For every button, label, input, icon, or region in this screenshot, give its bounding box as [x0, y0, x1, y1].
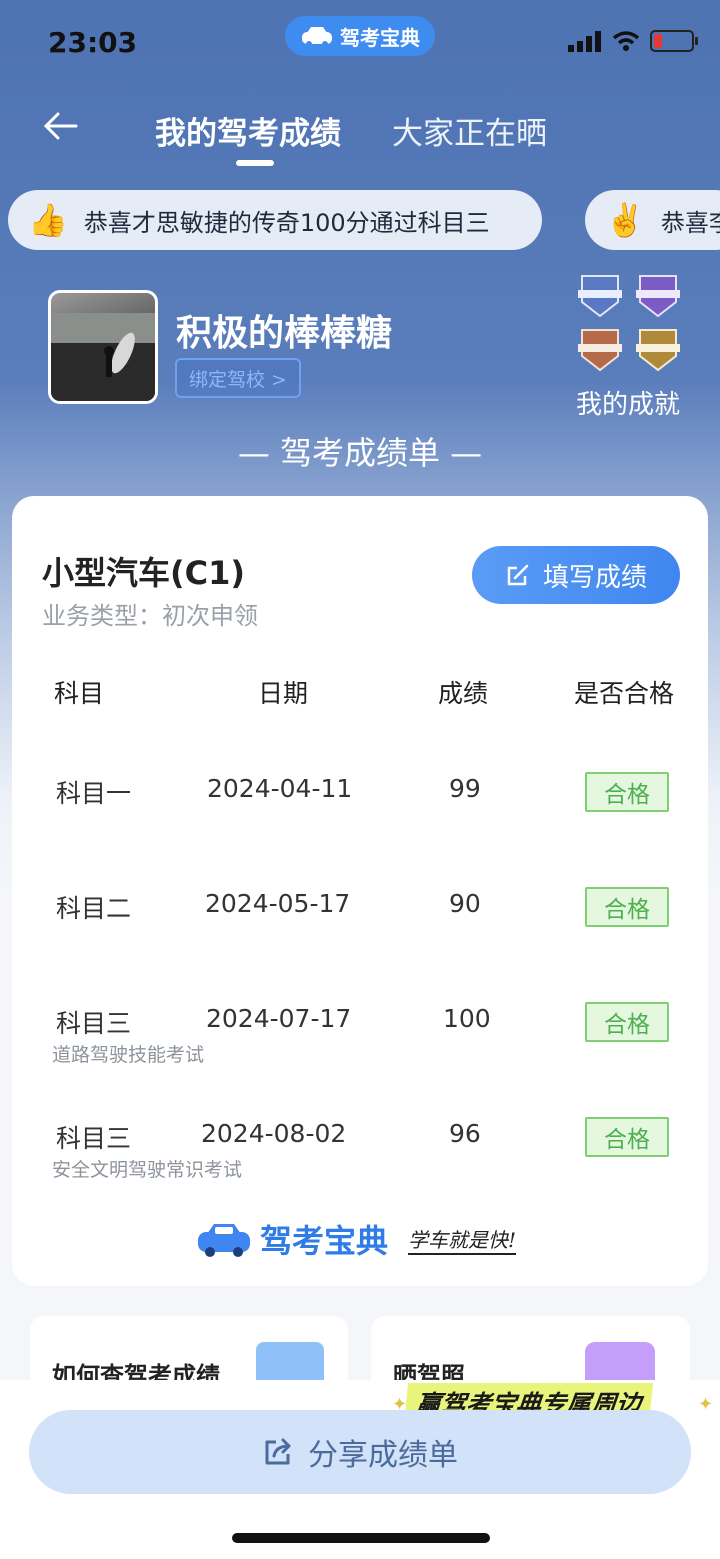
vehicle-type: 小型汽车(C1): [42, 554, 246, 592]
badge-icon: [636, 329, 680, 372]
row-score: 100: [443, 1004, 491, 1033]
back-arrow-icon[interactable]: [40, 106, 80, 146]
row-date: 2024-05-17: [205, 889, 351, 918]
pass-badge: 合格: [585, 1002, 669, 1042]
header-date: 日期: [258, 679, 309, 708]
row-score: 90: [449, 889, 481, 918]
brand-slogan: 学车就是快!: [408, 1224, 517, 1255]
row-subject: 科目三: [56, 1009, 132, 1038]
ticker-text: 恭喜才思敏捷的传奇100分通过科目三: [83, 208, 490, 237]
header-pass: 是否合格: [574, 679, 675, 708]
tab-my-scores[interactable]: 我的驾考成绩: [155, 108, 341, 153]
signal-icon: [568, 31, 601, 52]
bind-school-button[interactable]: 绑定驾校 >: [175, 358, 301, 398]
car-icon: [302, 27, 332, 47]
home-indicator: [232, 1533, 490, 1543]
header-score: 成绩: [438, 679, 489, 708]
app-pill-label: 驾考宝典: [340, 25, 420, 50]
row-note: 道路驾驶技能考试: [52, 1044, 205, 1066]
my-achievements-label[interactable]: 我的成就: [576, 384, 680, 421]
ticker-item[interactable]: ✌️ 恭喜李: [585, 190, 720, 250]
wifi-icon: [612, 31, 640, 51]
achievement-badges[interactable]: [574, 272, 684, 372]
row-score: 99: [449, 774, 481, 803]
avatar[interactable]: [48, 290, 158, 404]
section-title: — 驾考成绩单 —: [237, 434, 483, 472]
row-date: 2024-04-11: [207, 774, 353, 803]
badge-icon: [578, 275, 622, 318]
car-logo-icon: [198, 1224, 250, 1257]
badge-icon: [578, 329, 622, 372]
fill-score-label: 填写成绩: [542, 562, 647, 593]
row-date: 2024-07-17: [206, 1004, 352, 1033]
badge-icon: [636, 275, 680, 318]
status-icons: [568, 30, 698, 52]
share-report-button[interactable]: 分享成绩单: [29, 1410, 691, 1494]
header-subject: 科目: [54, 679, 105, 708]
business-type: 业务类型：初次申领: [42, 602, 258, 630]
brand-name: 驾考宝典: [260, 1222, 389, 1260]
tab-everyone-sharing[interactable]: 大家正在晒: [392, 108, 547, 153]
ticker-text: 恭喜李: [660, 208, 720, 237]
pass-badge: 合格: [585, 1117, 669, 1157]
victory-hand-icon: ✌️: [605, 201, 645, 239]
username: 积极的棒棒糖: [176, 313, 393, 354]
thumbs-up-icon: 👍: [28, 201, 68, 239]
pass-badge: 合格: [585, 887, 669, 927]
app-indicator-pill[interactable]: 驾考宝典: [285, 16, 435, 56]
ticker-item[interactable]: 👍 恭喜才思敏捷的传奇100分通过科目三: [8, 190, 542, 250]
fill-score-button[interactable]: 填写成绩: [472, 546, 680, 604]
tab-underline: [236, 160, 274, 166]
row-score: 96: [449, 1119, 481, 1148]
status-time: 23:03: [48, 26, 138, 59]
pass-badge: 合格: [585, 772, 669, 812]
battery-icon: [650, 30, 698, 52]
row-subject: 科目一: [56, 779, 132, 808]
row-date: 2024-08-02: [201, 1119, 347, 1148]
sparkle-icon: ✦: [698, 1394, 714, 1415]
brand-footer: 驾考宝典 学车就是快!: [196, 1216, 517, 1262]
row-subject: 科目二: [56, 894, 132, 923]
share-label: 分享成绩单: [308, 1438, 458, 1473]
row-note: 安全文明驾驶常识考试: [52, 1159, 243, 1181]
edit-icon: [507, 564, 529, 586]
share-icon: [265, 1438, 291, 1465]
score-card: 小型汽车(C1) 业务类型：初次申领 填写成绩 科目 日期 成绩 是否合格 科目…: [12, 496, 708, 1286]
row-subject: 科目三: [56, 1124, 132, 1153]
